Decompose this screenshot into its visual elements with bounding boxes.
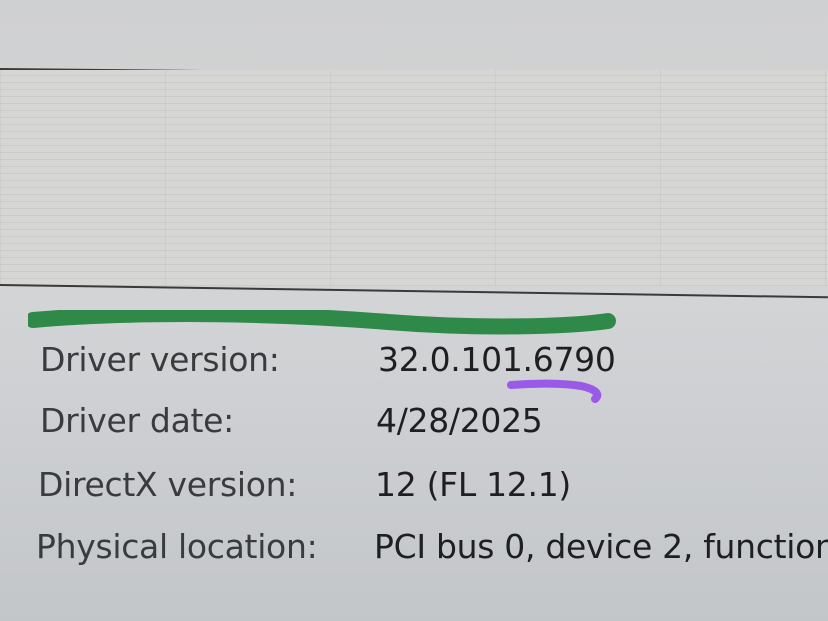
driver-date-label: Driver date: xyxy=(40,401,234,440)
graph-bottom-border xyxy=(0,284,828,299)
physical-location-label: Physical location: xyxy=(36,527,318,566)
driver-date-value: 4/28/2025 xyxy=(376,401,543,440)
gpu-usage-graph xyxy=(0,70,828,286)
driver-version-label: Driver version: xyxy=(40,340,280,379)
directx-version-label: DirectX version: xyxy=(38,465,298,504)
directx-version-value: 12 (FL 12.1) xyxy=(375,465,571,504)
green-highlight-stroke xyxy=(28,310,616,335)
physical-location-value: PCI bus 0, device 2, function 0 xyxy=(374,527,828,566)
task-manager-gpu-panel: Driver version: 32.0.101.6790 Driver dat… xyxy=(0,0,828,621)
driver-version-value: 32.0.101.6790 xyxy=(378,340,616,379)
